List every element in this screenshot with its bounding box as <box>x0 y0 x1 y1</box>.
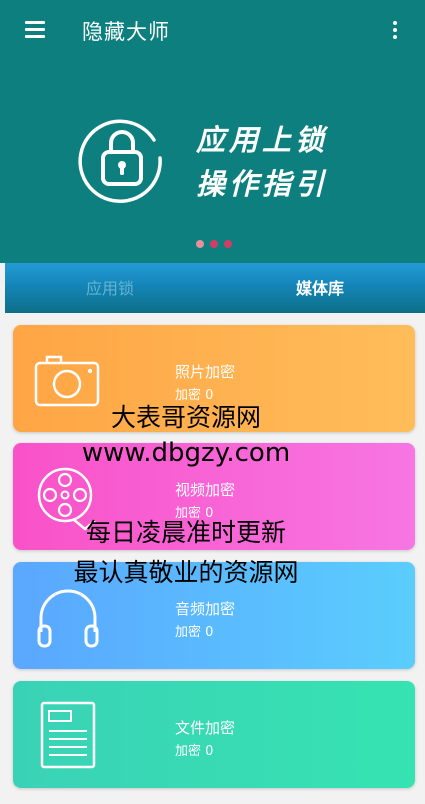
file-encrypt-card[interactable]: 文件加密 加密 0 <box>13 681 415 788</box>
card-title: 视频加密 <box>175 481 236 499</box>
guide-banner[interactable]: 应用上锁 操作指引 <box>0 60 425 263</box>
tab-media-library[interactable]: 媒体库 <box>215 263 425 313</box>
document-icon <box>40 701 96 769</box>
banner-title-line1: 应用上锁 <box>196 123 329 157</box>
page-dot[interactable] <box>196 240 204 248</box>
watermark-line: 最认真敬业的资源网 <box>73 558 299 587</box>
card-title: 音频加密 <box>175 600 236 618</box>
card-title: 照片加密 <box>175 363 236 381</box>
tab-app-lock[interactable]: 应用锁 <box>5 263 215 313</box>
card-count: 加密 0 <box>175 744 214 759</box>
menu-icon[interactable] <box>22 19 50 41</box>
more-options-icon[interactable] <box>383 18 407 42</box>
toolbar: 隐藏大师 <box>0 0 425 60</box>
watermark-line: 每日凌晨准时更新 <box>85 518 286 547</box>
tab-bar: 应用锁 媒体库 <box>5 263 425 313</box>
card-title: 文件加密 <box>175 719 236 737</box>
watermark-line: 大表哥资源网 <box>110 403 261 432</box>
app-title: 隐藏大师 <box>82 20 170 44</box>
banner-title-line2: 操作指引 <box>196 167 329 201</box>
page-dot[interactable] <box>224 240 232 248</box>
card-count: 加密 0 <box>175 625 214 640</box>
page-dot[interactable] <box>210 240 218 248</box>
lock-icon <box>78 119 162 204</box>
headphones-icon <box>37 589 99 648</box>
banner-page-indicator <box>196 233 238 252</box>
watermark-line: www.dbgzy.com <box>81 438 291 468</box>
